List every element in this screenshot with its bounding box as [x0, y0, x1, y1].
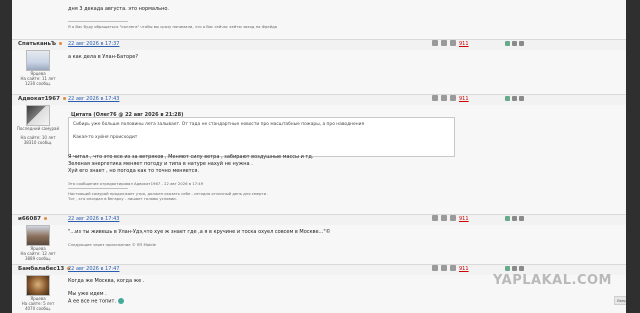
post-text: "...из ты живешь в Улан-Удэ,что хуе ж зн…: [68, 229, 516, 247]
avatar[interactable]: [26, 50, 50, 71]
post-rating[interactable]: 911: [459, 266, 469, 272]
bookmark-icon[interactable]: [519, 41, 524, 46]
attachment-note[interactable]: Следующее через приложение © ЯП Mobile: [68, 242, 516, 247]
post-line: Когда же Москва, когда же .: [68, 278, 145, 284]
avatar[interactable]: [26, 105, 50, 126]
forum-thread: дня 3 декада августа. это нормально. Я о…: [12, 0, 626, 313]
reply-icon[interactable]: [450, 215, 456, 221]
quote-icon[interactable]: [432, 265, 438, 271]
author-message-count: 3889 сообщ.: [24, 256, 52, 261]
signature-line: Тот , кто опоздал в бегарку - лишает гол…: [68, 196, 177, 201]
quote-block: Цитата (Олег76 @ 22 авг 2026 в 21:28) Си…: [68, 112, 455, 157]
author-sidebar: Ярцева На сайте: 11 лет 1230 сообщ.: [12, 50, 64, 86]
online-status-icon: [62, 97, 66, 100]
author-link[interactable]: СпатьканьЪ: [18, 41, 56, 47]
author-name[interactable]: Адвокат1967: [18, 96, 66, 102]
minus-icon[interactable]: [512, 41, 517, 46]
post-rating[interactable]: 911: [459, 96, 469, 102]
post-header: Адвокат1967 22 авг 2026 в 17:43 911: [12, 94, 626, 105]
post-text: Я читал , что это все из за ветряков , М…: [68, 154, 516, 201]
minus-icon[interactable]: [512, 96, 517, 101]
author-link[interactable]: Адвокат1967: [18, 96, 60, 102]
post-date-link[interactable]: 22 авг 2026 в 17:43: [68, 96, 119, 102]
quote-icon[interactable]: [432, 40, 438, 46]
avatar[interactable]: [26, 275, 50, 296]
post-actions: [505, 41, 524, 46]
author-sidebar: Последний самурай На сайте: 10 лет 38310…: [12, 105, 64, 145]
post-line: А ее все не топит.: [68, 298, 516, 306]
post-rating[interactable]: 911: [459, 216, 469, 222]
post-date-link[interactable]: 22 авг 2026 в 17:43: [68, 216, 119, 222]
report-icon[interactable]: [441, 265, 447, 271]
previous-post-tail: дня 3 декада августа. это нормально. Я о…: [68, 6, 277, 29]
author-message-count: 1230 сообщ.: [24, 81, 52, 86]
online-status-icon: [59, 42, 63, 45]
author-sidebar: Ярцева На сайте: 5 лет 4070 сообщ.: [12, 275, 64, 311]
post-text: Когда же Москва, когда же . Мы уже идем …: [68, 278, 516, 306]
post-line: Хуй его знает , но погода как то точно м…: [68, 168, 199, 174]
post-actions: [505, 266, 524, 271]
post-tools: [432, 95, 456, 101]
avatar[interactable]: [26, 225, 50, 246]
post-actions: [505, 216, 524, 221]
post-tools: [432, 265, 456, 271]
author-name[interactable]: СпатьканьЪ: [18, 41, 63, 47]
reply-icon[interactable]: [450, 40, 456, 46]
author-link[interactable]: Бамбалабес13: [18, 266, 64, 272]
thumb-up-icon[interactable]: [505, 216, 510, 221]
bookmark-icon[interactable]: [519, 216, 524, 221]
post-text: дня 3 декада августа. это нормально.: [68, 6, 170, 12]
post-header: СпатьканьЪ 22 авг 2026 в 17:37 911: [12, 39, 626, 50]
bookmark-icon[interactable]: [519, 96, 524, 101]
author-link[interactable]: и66087: [18, 216, 41, 222]
quote-title: Цитата (Олег76 @ 22 авг 2026 в 21:28): [71, 112, 184, 118]
author-name[interactable]: Бамбалабес13: [18, 266, 71, 272]
report-icon[interactable]: [441, 95, 447, 101]
edit-note: Это сообщение отредактировал Адвокат1967…: [68, 181, 204, 186]
smiley-icon: [117, 298, 124, 304]
quote-icon[interactable]: [432, 215, 438, 221]
post-date-link[interactable]: 22 авг 2026 в 17:47: [68, 266, 119, 272]
post-header: и66087 22 авг 2026 в 17:43 911: [12, 214, 626, 225]
page-left-strip: [0, 0, 12, 313]
quote-icon[interactable]: [432, 95, 438, 101]
page-right-strip: [626, 0, 640, 313]
minus-icon[interactable]: [512, 266, 517, 271]
signature-text: Я о Вас буду обращаться "коллега" чтобы …: [68, 24, 278, 29]
quote-line: Сибирь уже больше половины лета залывает…: [73, 122, 365, 127]
quote-line: Какая-то хуйня происходит: [73, 135, 138, 140]
author-status: Последний самурай: [16, 126, 60, 131]
post-line: Зеленая энергетика меняет погоду и типа …: [68, 161, 253, 167]
author-message-count: 4070 сообщ.: [24, 306, 52, 311]
thumb-up-icon[interactable]: [505, 266, 510, 271]
reply-icon[interactable]: [450, 95, 456, 101]
post-actions: [505, 96, 524, 101]
post-text: а как дела в Улан-Баторе?: [68, 54, 139, 60]
site-watermark: YAPLAKAL.COM: [493, 273, 612, 288]
post-date-link[interactable]: 22 авг 2026 в 17:37: [68, 41, 119, 47]
author-name[interactable]: и66087: [18, 216, 47, 222]
author-sidebar: Ярцева На сайте: 12 лет 3889 сообщ.: [12, 225, 64, 261]
quote-text: Сибирь уже больше половины лета залывает…: [73, 121, 364, 141]
signature-separator: [68, 21, 128, 22]
thumb-up-icon[interactable]: [505, 96, 510, 101]
post-tools: [432, 215, 456, 221]
report-icon[interactable]: [441, 215, 447, 221]
thumb-up-icon[interactable]: [505, 41, 510, 46]
reply-icon[interactable]: [450, 265, 456, 271]
online-status-icon: [44, 217, 47, 220]
post-rating[interactable]: 911: [459, 41, 469, 47]
author-message-count: 38310 сообщ.: [23, 140, 53, 145]
report-icon[interactable]: [441, 40, 447, 46]
post-tools: [432, 40, 456, 46]
post-line: Я читал , что это все из за ветряков , М…: [68, 154, 314, 160]
post-line: Мы уже идем .: [68, 291, 107, 297]
post-line: "...из ты живешь в Улан-Удэ,что хуе ж зн…: [68, 229, 331, 235]
signature-separator: [68, 188, 128, 189]
minus-icon[interactable]: [512, 216, 517, 221]
bookmark-icon[interactable]: [519, 266, 524, 271]
scroll-up-button[interactable]: Вверх: [614, 296, 626, 305]
